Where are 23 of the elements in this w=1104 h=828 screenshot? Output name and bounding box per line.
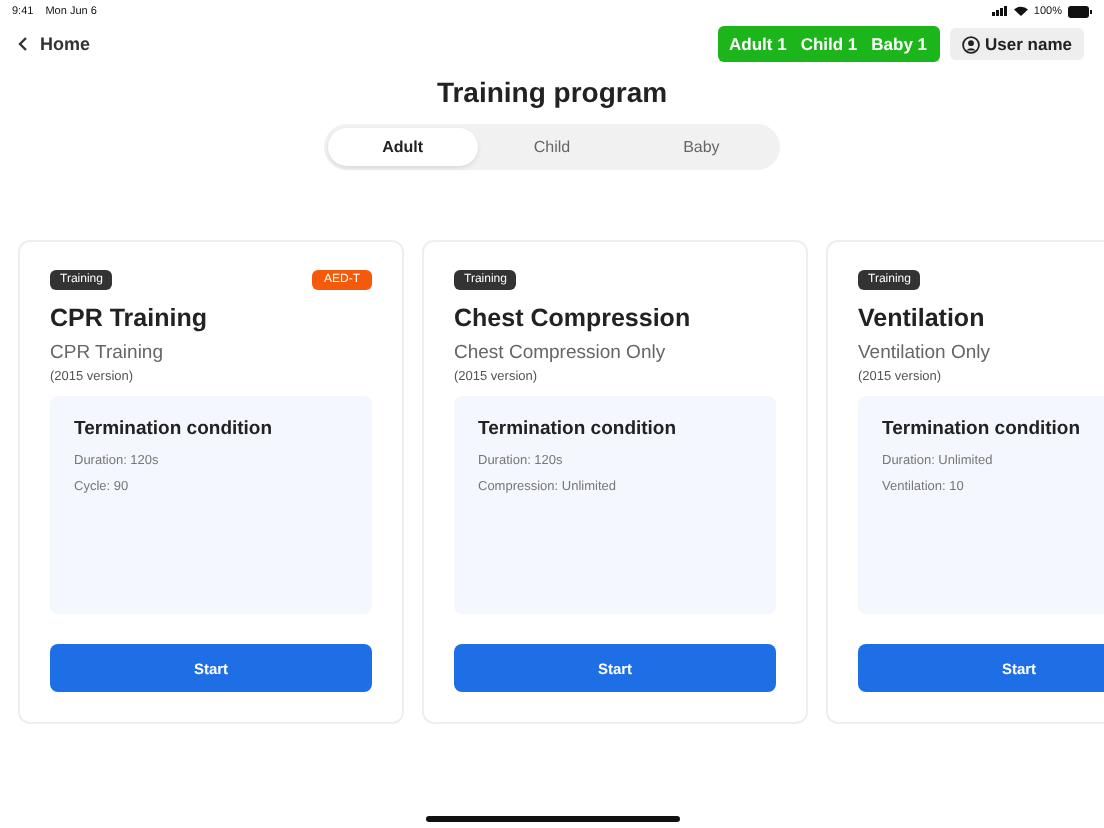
chevron-left-icon: [18, 36, 28, 52]
count-text: Child 1: [800, 34, 858, 54]
count-text: Adult 1: [729, 34, 787, 54]
user-icon: [961, 35, 980, 53]
card-subtitle: Chest Compression Only: [454, 342, 668, 364]
card-subtitle: CPR Training: [50, 342, 165, 364]
page-title: Training program: [436, 76, 668, 108]
segment-tab[interactable]: Baby: [626, 128, 777, 166]
wifi-icon: [1013, 6, 1028, 16]
card-title: Chest Compression: [454, 304, 693, 332]
battery-icon: [1068, 5, 1092, 17]
condition-title: Termination condition: [478, 418, 679, 440]
segment-tab[interactable]: Child: [477, 128, 627, 166]
condition-title: Termination condition: [74, 418, 275, 440]
card-title: CPR Training: [50, 304, 209, 332]
count-text: Baby 1: [871, 34, 928, 54]
user-button[interactable]: User name: [949, 28, 1084, 60]
card-title: Ventilation: [858, 304, 987, 332]
back-button[interactable]: Home: [18, 34, 91, 54]
signal-icon: [991, 6, 1008, 16]
segment-tab[interactable]: Adult: [328, 128, 478, 166]
condition-title: Termination condition: [882, 418, 1083, 440]
card-subtitle: Ventilation Only: [858, 342, 993, 364]
